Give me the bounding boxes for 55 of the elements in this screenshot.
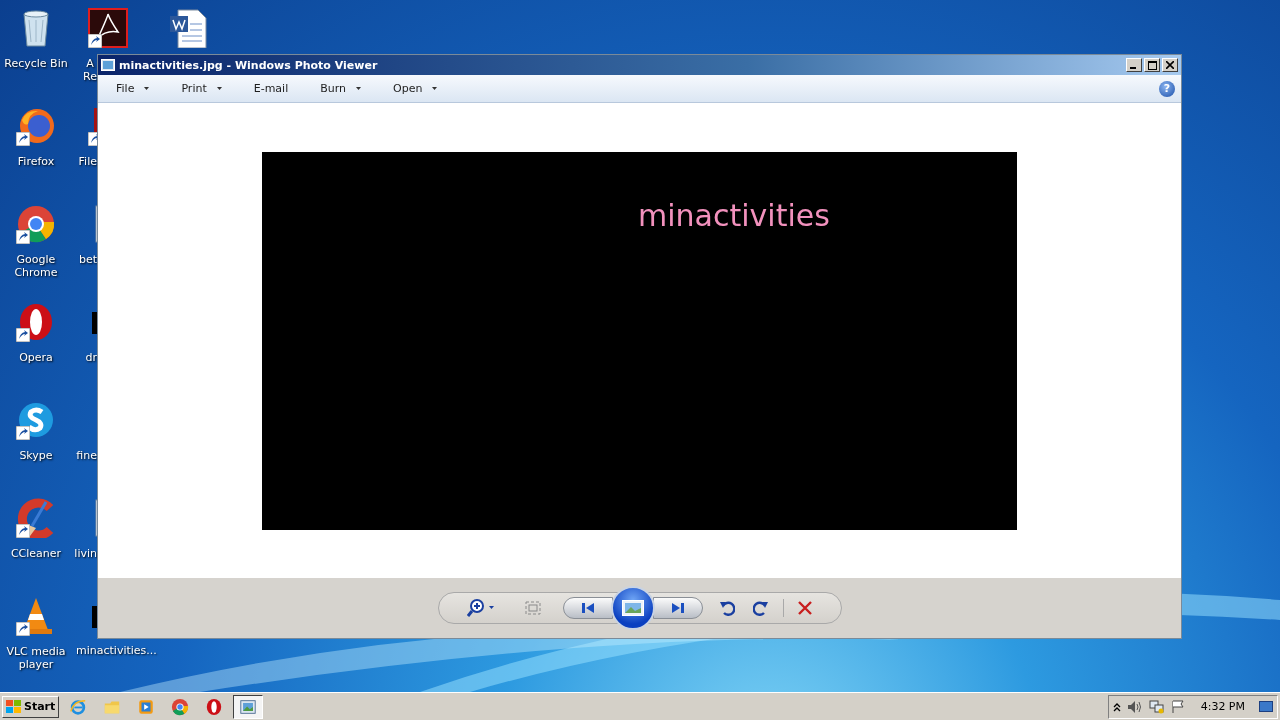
previous-button[interactable] [562,597,613,619]
icon-label[interactable]: File [78,155,97,168]
minimize-button[interactable] [1126,58,1142,72]
network-icon[interactable] [1148,699,1165,714]
rotate-right-button[interactable] [752,600,769,616]
rotate-left-button[interactable] [718,600,735,616]
icon-label[interactable]: livin [74,547,97,560]
zoom-icon [466,599,495,617]
speaker-icon[interactable] [1126,699,1143,714]
landscape-icon [621,600,644,616]
chrome-icon[interactable] [171,697,190,716]
zoom-button[interactable] [466,599,495,617]
clock[interactable]: 4:32 PM [1200,700,1245,713]
taskbar-button[interactable] [233,694,264,719]
icon-label[interactable]: Firefox [17,155,55,168]
icon-label[interactable]: VLC media player [6,645,66,671]
image-text: minactivities [638,197,830,233]
start-button[interactable]: Start [2,695,60,718]
menu-button[interactable]: Print [177,80,226,97]
caret-icon [432,87,438,90]
flag-icon[interactable] [1170,699,1185,714]
icon-label[interactable]: Opera [19,351,53,364]
previous-icon [580,602,595,614]
menu-button[interactable]: File [112,80,154,97]
icon-label[interactable]: Skype [19,449,53,462]
media-player-icon[interactable] [137,697,156,716]
windows-logo-icon [6,699,22,714]
icon-label[interactable]: A Re [83,57,97,83]
menu-button[interactable]: Open [389,80,442,97]
caret-icon [216,87,222,90]
opera-icon[interactable] [205,697,224,716]
icon-label[interactable]: Recycle Bin [4,57,68,70]
maximize-icon [1147,60,1157,70]
icon-label[interactable]: minactivities... [76,644,157,657]
icon-label[interactable]: fine [76,449,97,462]
menu-button[interactable]: Burn [316,80,366,97]
delete-button[interactable] [797,601,812,615]
icon-label[interactable]: CCleaner [10,547,62,560]
icon-label[interactable]: Google Chrome [14,253,58,279]
window-title: minactivities.jpg - Windows Photo Viewer [119,58,378,72]
icon-label[interactable]: dr [85,351,97,364]
close-button[interactable] [1162,58,1178,72]
close-icon [1166,61,1174,69]
caret-icon [356,87,362,90]
chevron-up-icon[interactable] [1112,701,1121,712]
ccleaner-icon [16,498,56,538]
menu-button[interactable]: E-mail [249,80,293,97]
icon-label[interactable]: bet [78,253,97,266]
slideshow-button[interactable] [610,586,655,630]
next-icon [670,602,685,614]
show-desktop-icon[interactable] [1259,699,1273,714]
photo-viewer-icon [101,59,115,71]
next-button[interactable] [652,597,703,619]
caret-icon [144,87,150,90]
maximize-button[interactable] [1144,58,1160,72]
